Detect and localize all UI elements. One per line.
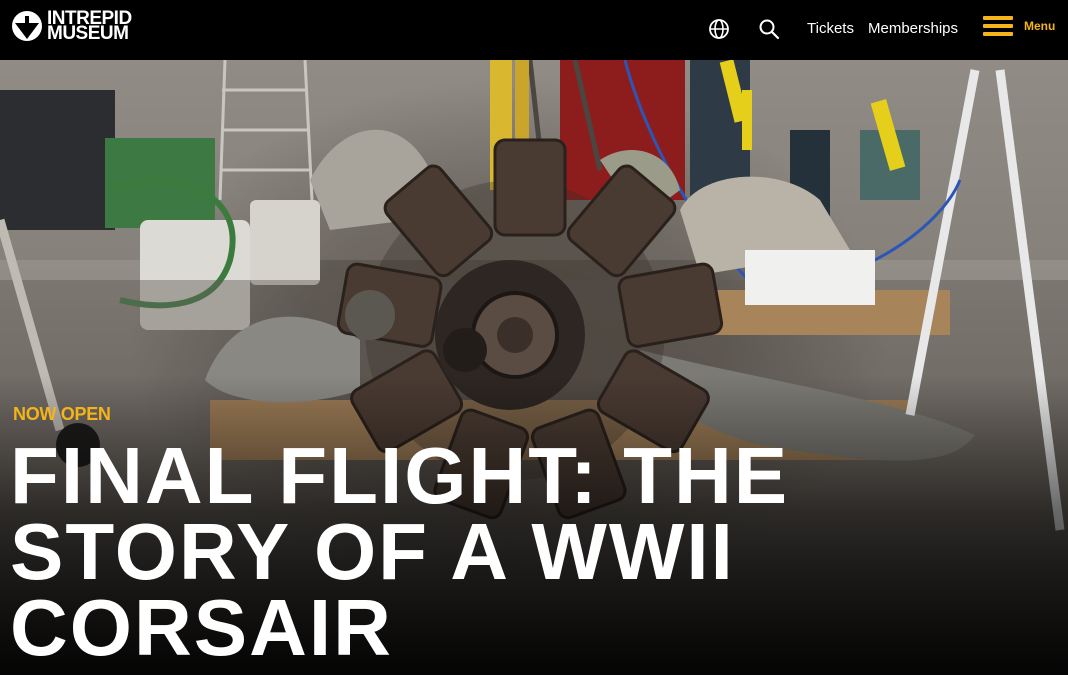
hero-banner[interactable]: NOW OPEN FINAL FLIGHT: THE STORY OF A WW…	[0, 60, 1068, 675]
globe-icon[interactable]	[708, 18, 730, 40]
menu-label: Menu	[1024, 19, 1056, 33]
hero-title-line-3: CORSAIR	[10, 583, 393, 672]
hero-eyebrow: NOW OPEN	[13, 404, 111, 424]
hero-title-line-1: FINAL FLIGHT: THE	[10, 431, 790, 520]
menu-button[interactable]: Menu	[983, 16, 1055, 36]
logo-wordmark: INTREPID MUSEUM	[47, 9, 132, 44]
site-logo-link[interactable]: INTREPID MUSEUM	[11, 9, 132, 44]
site-header: INTREPID MUSEUM Tickets Memberships Menu	[0, 0, 1068, 60]
hamburger-icon	[983, 16, 1013, 36]
intrepid-logo-icon	[12, 11, 42, 41]
tickets-link[interactable]: Tickets	[807, 20, 854, 37]
memberships-link[interactable]: Memberships	[868, 20, 958, 37]
hero-title-line-2: STORY OF A WWII	[10, 507, 735, 596]
hero-title[interactable]: FINAL FLIGHT: THE STORY OF A WWII CORSAI…	[10, 431, 1050, 672]
search-icon[interactable]	[758, 18, 780, 40]
logo-line-2: MUSEUM	[47, 23, 129, 44]
